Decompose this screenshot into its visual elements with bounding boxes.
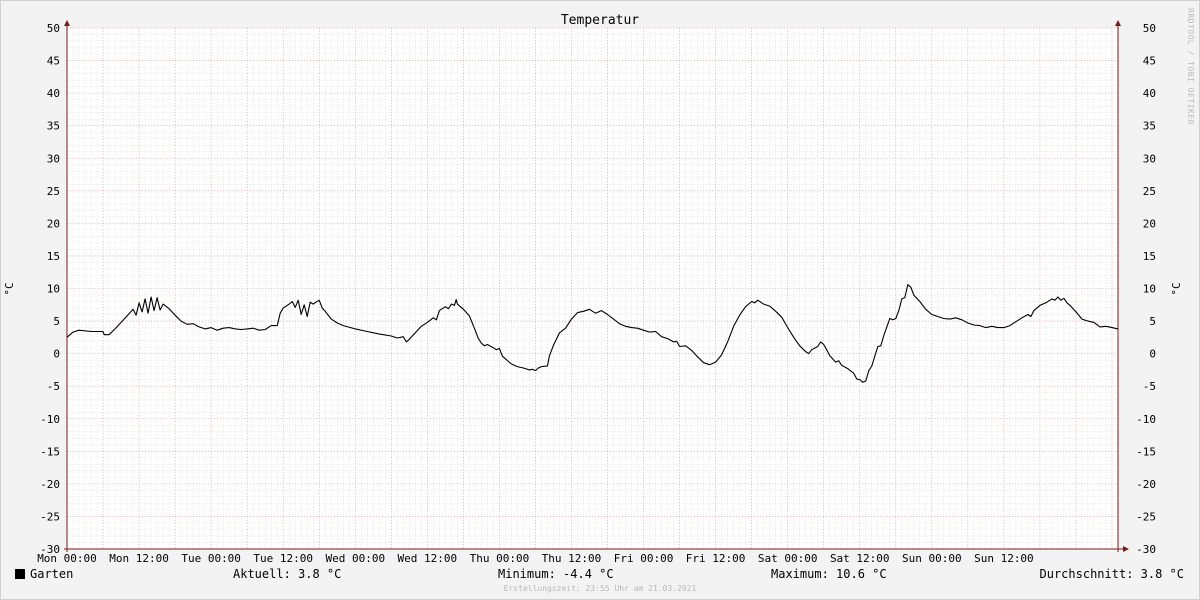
- y-tick-label: 30: [47, 152, 60, 165]
- y-axis-arrow-right: [1115, 20, 1121, 26]
- y-tick-label-right: -10: [1136, 413, 1156, 426]
- legend-swatch: [15, 569, 25, 579]
- legend-durchschnitt: Durchschnitt: 3.8 °C: [1039, 567, 1185, 581]
- y-tick-labels-left: 50454035302520151050-5-10-15-20-25-30: [40, 22, 60, 556]
- y-tick-label-right: -5: [1143, 380, 1156, 393]
- y-tick-label: 20: [47, 217, 60, 230]
- y-tick-labels-right: 50454035302520151050-5-10-15-20-25-30: [1136, 22, 1156, 556]
- legend-series-name: Garten: [30, 567, 74, 581]
- y-tick-label-right: -20: [1136, 478, 1156, 491]
- y-tick-label: 25: [47, 185, 60, 198]
- y-tick-label: 15: [47, 250, 60, 263]
- y-tick-label-right: 10: [1143, 283, 1156, 296]
- y-tick-label-right: 35: [1143, 120, 1156, 133]
- y-tick-label-right: 0: [1149, 348, 1156, 361]
- x-tick-label: Sat 00:00: [758, 552, 818, 565]
- y-tick-label-right: 25: [1143, 185, 1156, 198]
- y-axis-label-left: °C: [3, 282, 16, 295]
- x-tick-label: Wed 12:00: [398, 552, 458, 565]
- x-tick-label: Fri 12:00: [686, 552, 746, 565]
- legend-minimum: Minimum: -4.4 °C: [498, 567, 614, 581]
- x-tick-label: Fri 00:00: [614, 552, 674, 565]
- x-tick-label: Tue 00:00: [181, 552, 241, 565]
- y-tick-label-right: 15: [1143, 250, 1156, 263]
- y-tick-label: 0: [53, 348, 60, 361]
- x-tick-label: Sun 00:00: [902, 552, 962, 565]
- y-tick-label: -25: [40, 510, 60, 523]
- y-tick-label-right: 20: [1143, 217, 1156, 230]
- x-tick-label: Sat 12:00: [830, 552, 890, 565]
- x-tick-label: Mon 12:00: [109, 552, 169, 565]
- chart-title: Temperatur: [561, 13, 639, 28]
- x-axis-arrow: [1123, 546, 1129, 552]
- y-tick-label: 50: [47, 22, 60, 35]
- y-tick-label: 5: [53, 315, 60, 328]
- y-axis-arrow-left: [64, 20, 70, 26]
- y-tick-label-right: 50: [1143, 22, 1156, 35]
- x-tick-label: Thu 00:00: [470, 552, 530, 565]
- y-tick-label: 45: [47, 55, 60, 68]
- y-tick-label-right: 30: [1143, 152, 1156, 165]
- legend-maximum: Maximum: 10.6 °C: [771, 567, 887, 581]
- y-tick-label: 40: [47, 87, 60, 100]
- y-tick-label: -5: [47, 380, 60, 393]
- y-tick-label-right: 5: [1149, 315, 1156, 328]
- y-tick-label-right: -15: [1136, 445, 1156, 458]
- watermark-text: RRDTOOL / TOBI OETIKER: [1186, 8, 1195, 125]
- x-tick-label: Mon 00:00: [37, 552, 97, 565]
- legend-aktuell: Aktuell: 3.8 °C: [233, 567, 342, 581]
- y-tick-label-right: -25: [1136, 510, 1156, 523]
- footer-timestamp: Erstellungszeit: 23:55 Uhr am 21.03.2021: [503, 584, 697, 593]
- x-tick-label: Thu 12:00: [542, 552, 602, 565]
- x-tick-label: Sun 12:00: [974, 552, 1034, 565]
- x-tick-label: Tue 12:00: [253, 552, 313, 565]
- x-tick-labels: Mon 00:00 Mon 12:00 Tue 00:00 Tue 12:00 Wed …: [37, 552, 1034, 565]
- y-tick-label: -20: [40, 478, 60, 491]
- y-tick-label: 10: [47, 283, 60, 296]
- y-tick-label-right: 40: [1143, 87, 1156, 100]
- y-axis-label-right: °C: [1170, 282, 1183, 295]
- y-tick-label-right: 45: [1143, 55, 1156, 68]
- y-tick-label: -10: [40, 413, 60, 426]
- x-tick-label: Wed 00:00: [325, 552, 385, 565]
- y-tick-label: -15: [40, 445, 60, 458]
- y-tick-label-right: -30: [1136, 543, 1156, 556]
- temperature-chart: 50454035302520151050-5-10-15-20-25-30 50…: [3, 13, 1183, 565]
- y-tick-label: 35: [47, 120, 60, 133]
- legend-item-garten: Garten: [15, 567, 73, 581]
